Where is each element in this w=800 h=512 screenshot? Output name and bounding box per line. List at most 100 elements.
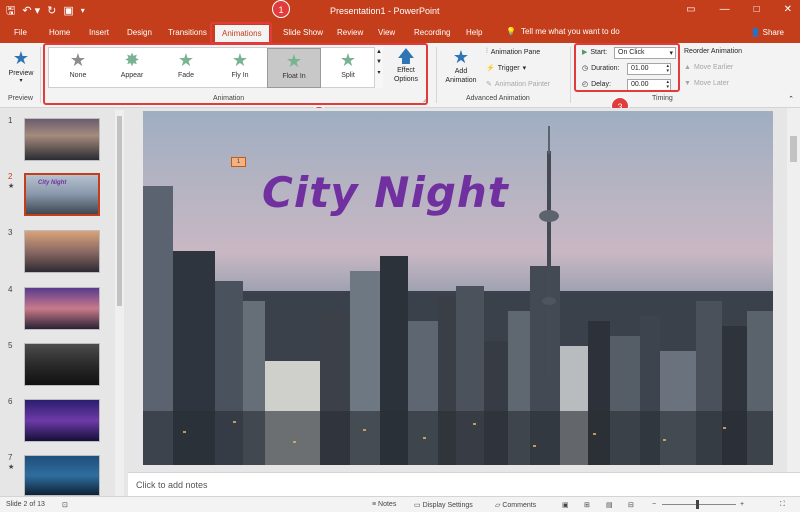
quick-access-toolbar: 🖫 ↶ ▾ ↻ ▣ ▾: [6, 5, 85, 17]
add-animation-button[interactable]: ★ Add Animation: [440, 47, 482, 85]
slideshow-view-icon[interactable]: ⊟: [628, 501, 634, 509]
chevron-down-icon: ▾: [522, 65, 527, 72]
animation-painter-label: Animation Painter: [494, 80, 551, 88]
move-later-button[interactable]: ▼ Move Later: [684, 80, 729, 87]
tab-design[interactable]: Design: [127, 28, 152, 37]
animation-pane-button[interactable]: ⫶ Animation Pane: [486, 48, 540, 56]
display-settings-button[interactable]: ▭ Display Settings: [414, 501, 473, 509]
customize-icon[interactable]: ▾: [81, 5, 85, 17]
tab-help[interactable]: Help: [466, 28, 482, 37]
slide-thumbnail-6[interactable]: [24, 399, 100, 442]
ribbon-display-options-icon[interactable]: ▭: [686, 4, 695, 15]
lightning-icon: ⚡: [486, 65, 495, 72]
preview-label: Preview: [8, 70, 34, 77]
title-bar: 🖫 ↶ ▾ ↻ ▣ ▾ Presentation1 - PowerPoint ▭…: [0, 0, 800, 24]
normal-view-icon[interactable]: ▣: [562, 501, 569, 509]
move-earlier-button[interactable]: ▲ Move Earlier: [684, 64, 733, 71]
redo-icon[interactable]: ↻: [47, 5, 56, 17]
group-divider: [436, 47, 437, 103]
tab-view[interactable]: View: [378, 28, 395, 37]
group-divider: [570, 47, 571, 103]
person-icon: 👤: [750, 28, 761, 37]
highlight-animations-tab: [210, 22, 272, 44]
tab-file[interactable]: File: [14, 28, 27, 37]
animation-painter-button[interactable]: ✎ Animation Painter: [486, 80, 551, 89]
reorder-animation-label: Reorder Animation: [684, 48, 742, 55]
callout-1: 1: [272, 0, 290, 18]
comments-label: Comments: [502, 502, 537, 509]
slide-number: 5: [8, 341, 13, 350]
zoom-slider-thumb[interactable]: [696, 500, 699, 509]
slide-thumbnail-7[interactable]: [24, 455, 100, 496]
tab-review[interactable]: Review: [337, 28, 363, 37]
tab-transitions[interactable]: Transitions: [168, 28, 207, 37]
fit-slide-icon[interactable]: ⛶: [780, 501, 785, 509]
slide-thumbnail-4[interactable]: [24, 287, 100, 330]
notes-pane[interactable]: Click to add notes: [128, 472, 800, 496]
group-divider: [40, 47, 41, 103]
slide-thumbnail-3[interactable]: [24, 230, 100, 273]
tab-insert[interactable]: Insert: [89, 28, 109, 37]
notes-label: Notes: [378, 501, 397, 508]
tell-me-text: Tell me what you want to do: [520, 27, 620, 36]
slide-number: 3: [8, 228, 13, 237]
window-controls: ▭ — □ ✕: [686, 4, 792, 15]
present-icon[interactable]: ▣: [63, 5, 73, 17]
animation-order-tag[interactable]: 1: [231, 157, 246, 167]
scrollbar-handle[interactable]: [790, 136, 797, 162]
tab-slide-show[interactable]: Slide Show: [283, 28, 323, 37]
window-title: Presentation1 - PowerPoint: [330, 6, 440, 16]
ribbon-tabs: File Home Insert Design Transitions Anim…: [0, 24, 800, 43]
display-icon: ▭: [414, 502, 423, 509]
scrollbar-handle[interactable]: [117, 116, 122, 306]
slide-number: 6: [8, 397, 13, 406]
highlight-timing-group: [574, 43, 680, 92]
trigger-button[interactable]: ⚡ Trigger ▾: [486, 64, 527, 73]
group-label-advanced: Advanced Animation: [466, 95, 530, 102]
slide-sorter-icon[interactable]: ⊞: [584, 501, 590, 509]
save-icon[interactable]: 🖫: [6, 5, 15, 17]
triangle-down-icon: ▼: [684, 80, 691, 87]
lightbulb-icon: 💡: [506, 27, 516, 36]
collapse-ribbon-icon[interactable]: ⌃: [788, 95, 794, 103]
animation-pane-icon: ⫶: [486, 48, 488, 55]
chevron-down-icon: ▾: [19, 78, 23, 84]
undo-icon[interactable]: ↶ ▾: [22, 5, 40, 17]
zoom-slider[interactable]: [662, 504, 736, 505]
triangle-up-icon: ▲: [684, 64, 691, 71]
slide-scrollbar[interactable]: [787, 108, 800, 472]
animation-pane-label: Animation Pane: [490, 48, 541, 56]
minimize-button[interactable]: —: [720, 4, 730, 15]
share-button[interactable]: 👤 Share: [750, 28, 784, 37]
trigger-label: Trigger: [497, 64, 520, 72]
display-settings-label: Display Settings: [422, 502, 473, 509]
preview-star-icon: ★: [12, 48, 30, 68]
notes-button[interactable]: ≡ Notes: [372, 501, 396, 508]
slide-number: 4: [8, 285, 13, 294]
tab-home[interactable]: Home: [49, 28, 70, 37]
zoom-in-icon[interactable]: +: [740, 501, 744, 508]
status-bar: Slide 2 of 13 ⊡ ≡ Notes ▭ Display Settin…: [0, 496, 800, 512]
reading-view-icon[interactable]: ▤: [606, 501, 613, 509]
zoom-out-icon[interactable]: −: [652, 501, 656, 508]
group-label-preview: Preview: [8, 95, 33, 102]
thumbnail-title: City Night: [38, 180, 67, 186]
thumbnails-scrollbar[interactable]: [115, 110, 124, 496]
slide-number: 2: [8, 172, 13, 181]
animation-star-icon: ★: [8, 464, 15, 471]
accessibility-icon[interactable]: ⊡: [62, 501, 68, 509]
tab-recording[interactable]: Recording: [414, 28, 450, 37]
close-button[interactable]: ✕: [784, 4, 792, 15]
slide-thumbnail-1[interactable]: [24, 118, 100, 161]
move-later-label: Move Later: [693, 80, 729, 87]
tell-me-box[interactable]: 💡 Tell me what you want to do: [506, 27, 620, 36]
group-label-timing: Timing: [652, 95, 673, 102]
slide-title[interactable]: City Night: [262, 168, 509, 217]
preview-button[interactable]: ★ Preview ▾: [6, 48, 36, 84]
comments-button[interactable]: ▱ Comments: [495, 501, 536, 509]
animation-star-icon: ★: [8, 183, 15, 190]
add-star-icon: ★: [452, 47, 470, 67]
slide-thumbnail-5[interactable]: [24, 343, 100, 386]
maximize-button[interactable]: □: [754, 4, 760, 15]
slide-thumbnail-2[interactable]: City Night: [24, 173, 100, 216]
